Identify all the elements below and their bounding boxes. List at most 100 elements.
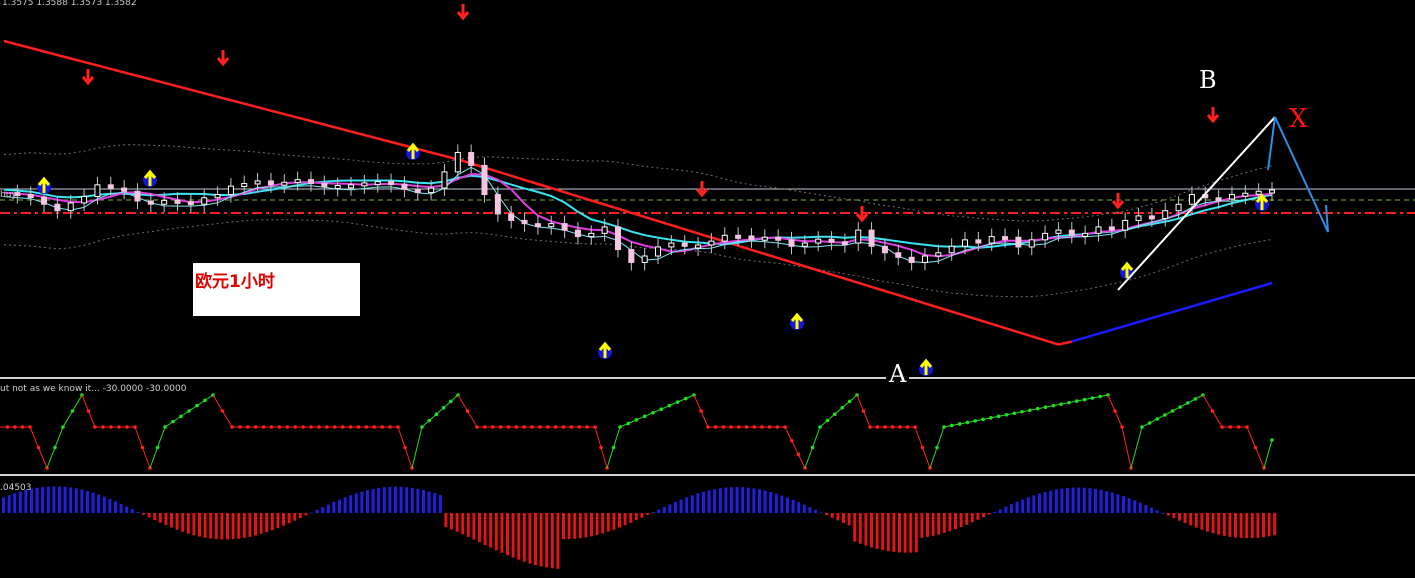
candle — [388, 181, 395, 186]
histogram-bar — [1099, 489, 1103, 513]
candle — [588, 232, 595, 238]
oscillator-dot — [585, 425, 589, 429]
histogram-bar — [1273, 513, 1277, 536]
chart-label: 欧元1小时 — [195, 272, 275, 292]
histogram-bar — [634, 513, 638, 521]
oscillator-dot — [973, 419, 978, 423]
histogram-bar — [242, 513, 246, 538]
oscillator-dot — [514, 425, 519, 429]
histogram-bar — [399, 486, 403, 513]
oscillator-dot — [744, 425, 749, 429]
histogram-bar — [534, 513, 537, 566]
histogram-bar — [209, 513, 213, 539]
histogram-bar — [310, 512, 313, 514]
histogram-bar — [1150, 507, 1153, 513]
sell-arrow-icon — [456, 4, 470, 21]
indicator1-label: ut not as we know it... -30.0000 -30.000… — [0, 384, 187, 394]
candle — [454, 151, 461, 173]
oscillator-line — [819, 394, 858, 428]
oscillator-dot — [1082, 397, 1087, 402]
candle — [107, 184, 114, 189]
oscillator-dot — [498, 425, 503, 429]
histogram-bar — [814, 509, 817, 513]
candle — [321, 183, 328, 188]
candle — [428, 187, 435, 194]
histogram-bar — [1054, 489, 1058, 513]
histogram-bar — [931, 513, 935, 536]
histogram-bar — [136, 511, 140, 513]
oscillator-dot — [325, 425, 329, 429]
oscillator-dot — [898, 425, 902, 429]
candle — [67, 202, 74, 212]
oscillator-dot — [659, 407, 663, 412]
oscillator-dot — [372, 425, 377, 429]
oscillator-dot — [1228, 425, 1233, 429]
histogram-bar — [741, 487, 745, 513]
oscillator-dot — [796, 452, 801, 457]
histogram-bar — [326, 504, 330, 513]
candle — [348, 184, 355, 189]
oscillator-dot — [20, 425, 25, 429]
candle — [1042, 232, 1049, 241]
oscillator-dot — [1020, 409, 1024, 414]
candle — [1015, 236, 1022, 248]
oscillator-dot — [1185, 401, 1190, 405]
oscillator-dot — [332, 425, 337, 429]
histogram-bar — [1256, 513, 1260, 538]
oscillator-dot — [840, 406, 844, 410]
histogram-bar — [1211, 513, 1215, 534]
histogram-bar — [321, 507, 325, 513]
histogram-bar — [97, 494, 101, 513]
oscillator-dot — [356, 425, 361, 429]
oscillator-dot — [996, 414, 1001, 419]
oscillator-dot — [1270, 438, 1274, 442]
histogram-bar — [1094, 488, 1097, 513]
histogram-bar — [427, 491, 431, 513]
oscillator-dot — [1004, 413, 1009, 417]
histogram-bar — [214, 513, 218, 540]
histogram-bar — [2, 497, 5, 513]
candle — [935, 252, 942, 257]
oscillator-dot — [1253, 445, 1258, 450]
candle — [655, 246, 662, 257]
candle — [174, 199, 181, 204]
candle — [548, 223, 555, 228]
oscillator-dot — [775, 425, 780, 429]
histogram-bar — [276, 513, 280, 529]
histogram-bar — [18, 491, 22, 513]
histogram-bar — [332, 502, 336, 513]
histogram-bar — [444, 513, 448, 528]
chart-label-box: 欧元1小时 — [193, 263, 360, 316]
histogram-bar — [875, 513, 879, 549]
histogram-bar — [690, 495, 694, 513]
histogram-bar — [433, 493, 437, 513]
histogram-bar — [388, 486, 392, 513]
histogram-bar — [1032, 495, 1036, 513]
candle — [1162, 210, 1169, 219]
oscillator-dot — [301, 425, 305, 429]
histogram-bar — [114, 501, 117, 513]
histogram-bar — [91, 492, 95, 513]
candle — [815, 238, 822, 244]
candle — [121, 187, 128, 192]
histogram-bar — [858, 513, 862, 544]
histogram-bar — [847, 513, 851, 526]
histogram-bar — [898, 513, 901, 553]
oscillator-dot — [441, 406, 446, 410]
histogram-bar — [763, 490, 767, 513]
oscillator-dot — [737, 425, 741, 429]
histogram-bar — [170, 513, 173, 528]
histogram-bar — [853, 513, 857, 542]
histogram-bar — [58, 486, 61, 513]
oscillator-dot — [5, 425, 10, 429]
histogram-bar — [287, 513, 291, 524]
histogram-bar — [567, 513, 571, 540]
candle — [254, 180, 261, 185]
histogram-bar — [1088, 488, 1092, 513]
histogram-bar — [724, 487, 728, 513]
histogram-bar — [472, 513, 476, 540]
histogram-bar — [965, 513, 969, 525]
chart-window[interactable]: 1.3575 1.3588 1.3573 1.3582 buy ut not a… — [0, 0, 1415, 574]
histogram-bar — [360, 491, 364, 513]
histogram-bar — [125, 506, 129, 513]
